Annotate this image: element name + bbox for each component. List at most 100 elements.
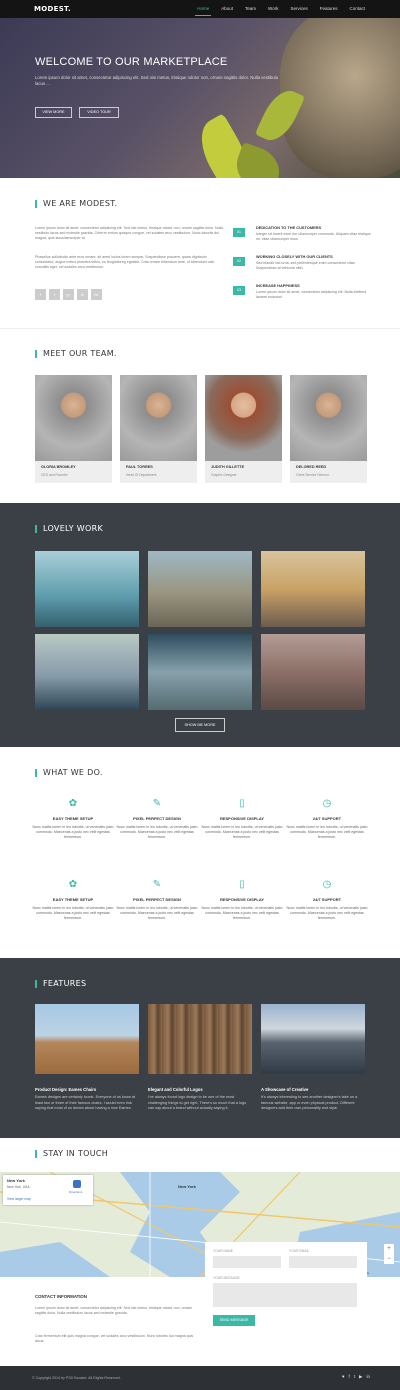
facebook-icon[interactable]: f: [35, 289, 46, 300]
menu-item-home[interactable]: Home: [195, 6, 212, 16]
work-title: LOVELY WORK: [35, 525, 103, 533]
member-name: DELORED REED: [296, 465, 327, 469]
service-item: ▯ RESPONSIVE DISPLAY Nunc mattis lorem i…: [197, 879, 287, 921]
menu-item-contact[interactable]: Contact: [349, 6, 365, 11]
member-name: GLORIA BROMLEY: [41, 465, 76, 469]
feature-number-badge: 03: [233, 286, 245, 295]
site-logo[interactable]: MODEST.: [34, 5, 71, 13]
send-message-button[interactable]: SEND MESSAGE: [213, 1315, 255, 1326]
directions-icon[interactable]: [73, 1180, 81, 1188]
message-textarea[interactable]: [213, 1283, 357, 1307]
service-text: Nunc mattis lorem in leo lobortis, ut ve…: [32, 825, 114, 839]
portfolio-item[interactable]: [35, 634, 139, 710]
youtube-icon[interactable]: ▶: [359, 1374, 362, 1380]
contact-form: YOUR NAME YOUR EMAIL YOUR MESSAGE SEND M…: [205, 1242, 367, 1336]
feature-item-text: Eames designs are certainly iconic. Ever…: [35, 1095, 136, 1110]
service-text: Nunc mattis lorem in leo lobortis, ut ve…: [286, 906, 368, 920]
clock-icon: ◷: [322, 879, 332, 890]
service-item: ◷ 24/7 SUPPORT Nunc mattis lorem in leo …: [282, 879, 372, 921]
member-photo: [290, 375, 367, 461]
menu-item-about[interactable]: About: [221, 6, 233, 11]
member-role: CEO and Founder: [41, 473, 68, 477]
menu-item-features[interactable]: Features: [320, 6, 338, 11]
twitter-icon[interactable]: t: [49, 289, 60, 300]
feature-item-text: I've always found logo design to be one …: [148, 1095, 247, 1110]
main-menu: Home About Team Work Services Features C…: [185, 6, 365, 16]
contact-info-text-2: Cras fermentum elit quis magna congue, v…: [35, 1334, 194, 1343]
service-text: Nunc mattis lorem in leo lobortis, ut ve…: [201, 906, 283, 920]
name-label: YOUR NAME: [213, 1249, 233, 1253]
feature-title: INCREASE HAPPINESS: [256, 283, 300, 288]
view-more-button[interactable]: VIEW MORE: [35, 107, 72, 118]
service-item: ◷ 24/7 SUPPORT Nunc mattis lorem in leo …: [282, 798, 372, 840]
feature-item-text: It's always interesting to see another d…: [261, 1095, 358, 1110]
feature-image[interactable]: [148, 1004, 252, 1074]
team-member-card[interactable]: PAUL TORRES Head Of Department: [120, 375, 197, 483]
team-title: MEET OUR TEAM.: [35, 350, 117, 358]
hero-title: WELCOME TO OUR MARKETPLACE: [35, 56, 228, 68]
work-section: LOVELY WORK SHOW ME MORE: [0, 503, 400, 747]
about-paragraph-2: Phasellus sollicitudin ante eros ornare,…: [35, 255, 215, 269]
services-title: WHAT WE DO.: [35, 769, 103, 777]
portfolio-item[interactable]: [148, 634, 252, 710]
menu-item-team[interactable]: Team: [245, 6, 256, 11]
member-role: Graphic Designer: [211, 473, 237, 477]
service-title: PIXEL PERFECT DESIGN: [133, 897, 181, 902]
member-photo: [205, 375, 282, 461]
team-member-card[interactable]: GLORIA BROMLEY CEO and Founder: [35, 375, 112, 483]
palette-icon: ✿: [68, 798, 78, 809]
feature-title: WORKING CLOSELY WITH OUR CLIENTS: [256, 254, 333, 259]
portfolio-item[interactable]: [148, 551, 252, 627]
pencil-icon: ✎: [152, 879, 162, 890]
team-member-card[interactable]: DELORED REED Client Service Director: [290, 375, 367, 483]
map-zoom-controls[interactable]: + −: [384, 1244, 394, 1264]
feature-item-title[interactable]: A Showcase of Creative: [261, 1087, 308, 1092]
directions-link[interactable]: Directions: [69, 1190, 82, 1194]
email-input[interactable]: [289, 1256, 357, 1268]
map-city-label: New York: [178, 1184, 196, 1189]
feature-image[interactable]: [35, 1004, 139, 1074]
member-role: Head Of Department: [126, 473, 157, 477]
linkedin-icon[interactable]: in: [77, 289, 88, 300]
facebook-icon[interactable]: f: [348, 1374, 349, 1380]
heart-icon[interactable]: ♥: [342, 1374, 345, 1380]
member-name: JUDITH GILLETTE: [211, 465, 245, 469]
palette-icon: ✿: [68, 879, 78, 890]
portfolio-item[interactable]: [261, 551, 365, 627]
video-tour-button[interactable]: VIDEO TOUR: [79, 107, 119, 118]
service-text: Nunc mattis lorem in leo lobortis, ut ve…: [201, 825, 283, 839]
copyright-text: © Copyright 2014 by PSD Booster. All Rig…: [32, 1376, 121, 1380]
feature-text: Sed blandit nisi urna, sed pellentesque …: [256, 261, 356, 270]
feature-item-title[interactable]: Product Design: Eames Chairs: [35, 1087, 96, 1092]
service-title: PIXEL PERFECT DESIGN: [133, 816, 181, 821]
portfolio-item[interactable]: [35, 551, 139, 627]
behance-icon[interactable]: be: [91, 289, 102, 300]
service-text: Nunc mattis lorem in leo lobortis, ut ve…: [116, 825, 198, 839]
service-title: RESPONSIVE DISPLAY: [219, 897, 265, 902]
features-title: FEATURES: [35, 980, 86, 988]
show-more-button[interactable]: SHOW ME MORE: [175, 718, 225, 732]
feature-title: DEDICATION TO THE CUSTOMERS: [256, 225, 322, 230]
view-larger-map-link[interactable]: View larger map: [7, 1197, 31, 1201]
service-title: 24/7 SUPPORT: [312, 816, 342, 821]
team-member-card[interactable]: JUDITH GILLETTE Graphic Designer: [205, 375, 282, 483]
menu-item-work[interactable]: Work: [268, 6, 278, 11]
linkedin-icon[interactable]: in: [366, 1374, 370, 1380]
service-title: 24/7 SUPPORT: [312, 897, 342, 902]
footer: © Copyright 2014 by PSD Booster. All Rig…: [0, 1366, 400, 1390]
portfolio-item[interactable]: [261, 634, 365, 710]
map-region: New York, USA: [7, 1185, 30, 1189]
google-plus-icon[interactable]: g+: [63, 289, 74, 300]
twitter-icon[interactable]: t: [354, 1374, 355, 1380]
service-item: ✿ EASY THEME SETUP Nunc mattis lorem in …: [28, 879, 118, 921]
feature-item-title[interactable]: Elegant and Colorful Logos: [148, 1087, 203, 1092]
service-text: Nunc mattis lorem in leo lobortis, ut ve…: [116, 906, 198, 920]
footer-social-icons: ♥ f t ▶ in: [342, 1374, 370, 1380]
feature-image[interactable]: [261, 1004, 365, 1074]
pencil-icon: ✎: [152, 798, 162, 809]
menu-item-services[interactable]: Services: [290, 6, 307, 11]
name-input[interactable]: [213, 1256, 281, 1268]
contact-info-title: CONTACT INFORMATION: [35, 1294, 87, 1299]
service-item: ✎ PIXEL PERFECT DESIGN Nunc mattis lorem…: [112, 798, 202, 840]
service-title: EASY THEME SETUP: [52, 816, 94, 821]
